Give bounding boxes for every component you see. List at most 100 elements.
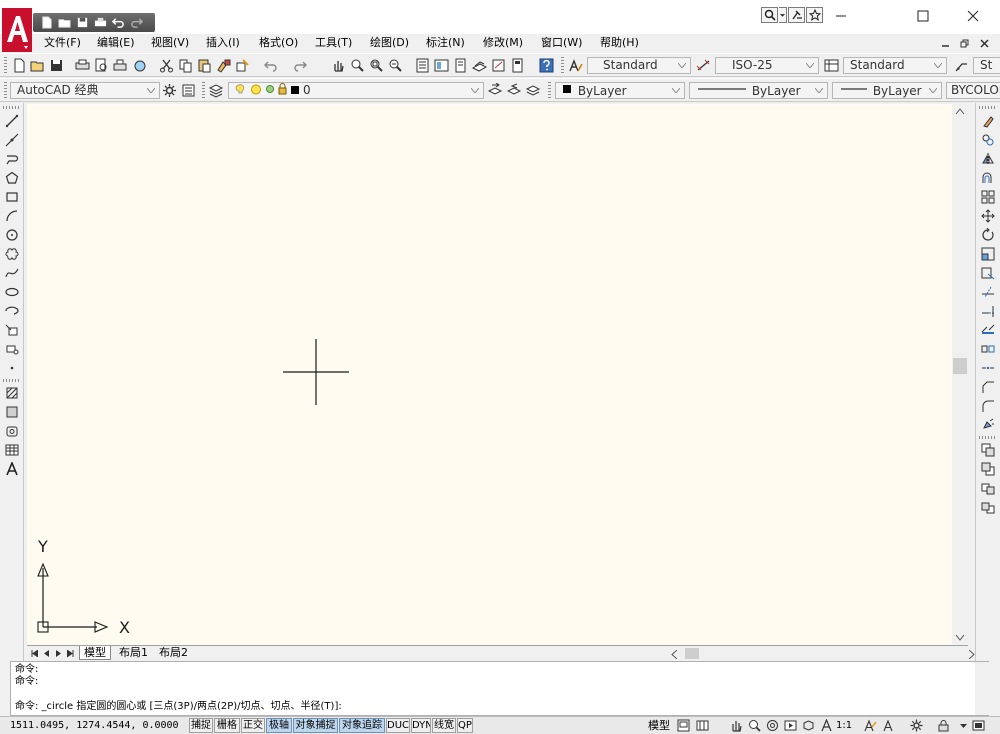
redo-arrow-icon[interactable]	[292, 57, 309, 74]
text-style-select[interactable]: Standard	[587, 57, 691, 74]
vertical-scrollbar[interactable]	[952, 104, 968, 645]
construction-line-icon[interactable]	[3, 131, 20, 148]
ellipse-icon[interactable]	[3, 283, 20, 300]
toolbar-grip[interactable]	[4, 57, 7, 74]
send-under-objects-icon[interactable]	[979, 498, 996, 515]
toggle-object-tracking[interactable]: 对象追踪	[339, 718, 385, 733]
block-editor-icon[interactable]	[234, 57, 251, 74]
first-tab-icon[interactable]	[29, 647, 40, 659]
workspace-settings-gear-icon[interactable]	[161, 82, 178, 99]
save-icon[interactable]	[75, 15, 90, 30]
explode-icon[interactable]	[979, 416, 996, 433]
break-at-point-icon[interactable]	[979, 321, 996, 338]
polyline-icon[interactable]	[3, 150, 20, 167]
copy-icon[interactable]	[177, 57, 194, 74]
minimize-icon[interactable]	[818, 4, 864, 28]
communication-center-icon[interactable]	[788, 7, 805, 23]
break-icon[interactable]	[979, 340, 996, 357]
menu-view[interactable]: 视图(V)	[151, 36, 189, 50]
workspace-select[interactable]: AutoCAD 经典	[10, 82, 160, 99]
markup-set-icon[interactable]	[490, 57, 507, 74]
polygon-icon[interactable]	[3, 169, 20, 186]
zoom-realtime-icon[interactable]	[349, 57, 366, 74]
scroll-up-icon[interactable]	[952, 104, 968, 118]
chamfer-icon[interactable]	[979, 378, 996, 395]
multileader-style-select[interactable]: St	[973, 57, 1000, 74]
lineweight-control-select[interactable]: ByLayer	[832, 82, 942, 99]
fillet-icon[interactable]	[979, 397, 996, 414]
toggle-snap[interactable]: 捕捉	[189, 718, 213, 733]
menu-modify[interactable]: 修改(M)	[483, 36, 523, 50]
horizontal-scrollbar[interactable]	[669, 647, 979, 660]
previous-tab-icon[interactable]	[41, 647, 52, 659]
bring-to-front-icon[interactable]	[979, 441, 996, 458]
table-icon[interactable]	[3, 441, 20, 458]
zoom-previous-icon[interactable]	[387, 57, 404, 74]
workspace-switching-gear-icon[interactable]	[908, 718, 924, 733]
match-properties-icon[interactable]	[215, 57, 232, 74]
plot-style-control-select[interactable]: BYCOLOR	[946, 82, 1000, 99]
tab-layout1[interactable]: 布局1	[115, 646, 152, 660]
text-style-icon[interactable]	[567, 57, 584, 74]
ellipse-arc-icon[interactable]	[3, 302, 20, 319]
command-prompt-line[interactable]: 命令: _circle 指定圆的圆心或 [三点(3P)/两点(2P)/切点、切点…	[15, 701, 342, 713]
open-icon[interactable]	[57, 15, 72, 30]
next-tab-icon[interactable]	[53, 647, 64, 659]
vertical-scroll-thumb[interactable]	[953, 358, 967, 374]
showmotion-icon[interactable]	[782, 718, 798, 733]
undo-icon[interactable]	[111, 15, 126, 30]
plot-icon[interactable]	[74, 57, 91, 74]
tab-model[interactable]: 模型	[79, 646, 111, 660]
line-icon[interactable]	[3, 112, 20, 129]
toggle-object-snap[interactable]: 对象捕捉	[293, 718, 338, 733]
command-window[interactable]: 命令: 命令: 命令: _circle 指定圆的圆心或 [三点(3P)/两点(2…	[10, 661, 989, 716]
toolbar-grip[interactable]	[4, 82, 7, 99]
toggle-dyn[interactable]: DYN	[411, 718, 431, 733]
new-icon[interactable]	[39, 15, 54, 30]
undo-arrow-icon[interactable]	[262, 57, 279, 74]
annotation-scale-icon[interactable]	[818, 718, 834, 733]
calculator-icon[interactable]	[509, 57, 526, 74]
dropdown-arrow-icon[interactable]	[779, 7, 787, 23]
send-to-back-icon[interactable]	[979, 460, 996, 477]
mirror-icon[interactable]	[979, 150, 996, 167]
open-file-icon[interactable]	[29, 57, 46, 74]
steering-wheel-icon[interactable]	[764, 718, 780, 733]
make-block-icon[interactable]	[3, 340, 20, 357]
sheet-set-icon[interactable]	[471, 57, 488, 74]
model-space-label[interactable]: 模型	[648, 718, 670, 733]
layer-previous-icon[interactable]	[506, 82, 523, 99]
search-icon[interactable]	[761, 7, 778, 23]
doc-minimize-icon[interactable]	[939, 37, 952, 49]
tool-palettes-icon[interactable]	[452, 57, 469, 74]
horizontal-scroll-thumb[interactable]	[685, 648, 699, 659]
cut-icon[interactable]	[158, 57, 175, 74]
color-control-select[interactable]: ByLayer	[555, 82, 685, 99]
quick-view-layouts-icon[interactable]	[694, 718, 710, 733]
circle-icon[interactable]	[3, 226, 20, 243]
toolbar-grip[interactable]	[202, 82, 205, 99]
move-icon[interactable]	[979, 207, 996, 224]
plot-preview-icon[interactable]	[93, 57, 110, 74]
properties-icon[interactable]	[414, 57, 431, 74]
annotation-visibility-icon[interactable]	[862, 718, 878, 733]
rotate-icon[interactable]	[979, 226, 996, 243]
toolbar-grip[interactable]	[979, 106, 996, 109]
point-icon[interactable]	[3, 359, 20, 376]
arc-icon[interactable]	[3, 207, 20, 224]
auto-add-scale-icon[interactable]	[881, 718, 897, 733]
toolbar-grip[interactable]	[979, 436, 996, 439]
menu-draw[interactable]: 绘图(D)	[370, 36, 409, 50]
region-icon[interactable]	[3, 422, 20, 439]
pan-realtime-icon[interactable]	[330, 57, 347, 74]
stretch-icon[interactable]	[979, 264, 996, 281]
qnew-icon[interactable]	[11, 57, 28, 74]
menu-dimension[interactable]: 标注(N)	[426, 36, 465, 50]
gradient-icon[interactable]	[3, 403, 20, 420]
toggle-polar[interactable]: 极轴	[266, 718, 292, 733]
extend-icon[interactable]	[979, 302, 996, 319]
table-style-select[interactable]: Standard	[843, 57, 947, 74]
bring-above-objects-icon[interactable]	[979, 479, 996, 496]
workspace-toolbar-icon[interactable]	[180, 82, 197, 99]
paste-icon[interactable]	[196, 57, 213, 74]
